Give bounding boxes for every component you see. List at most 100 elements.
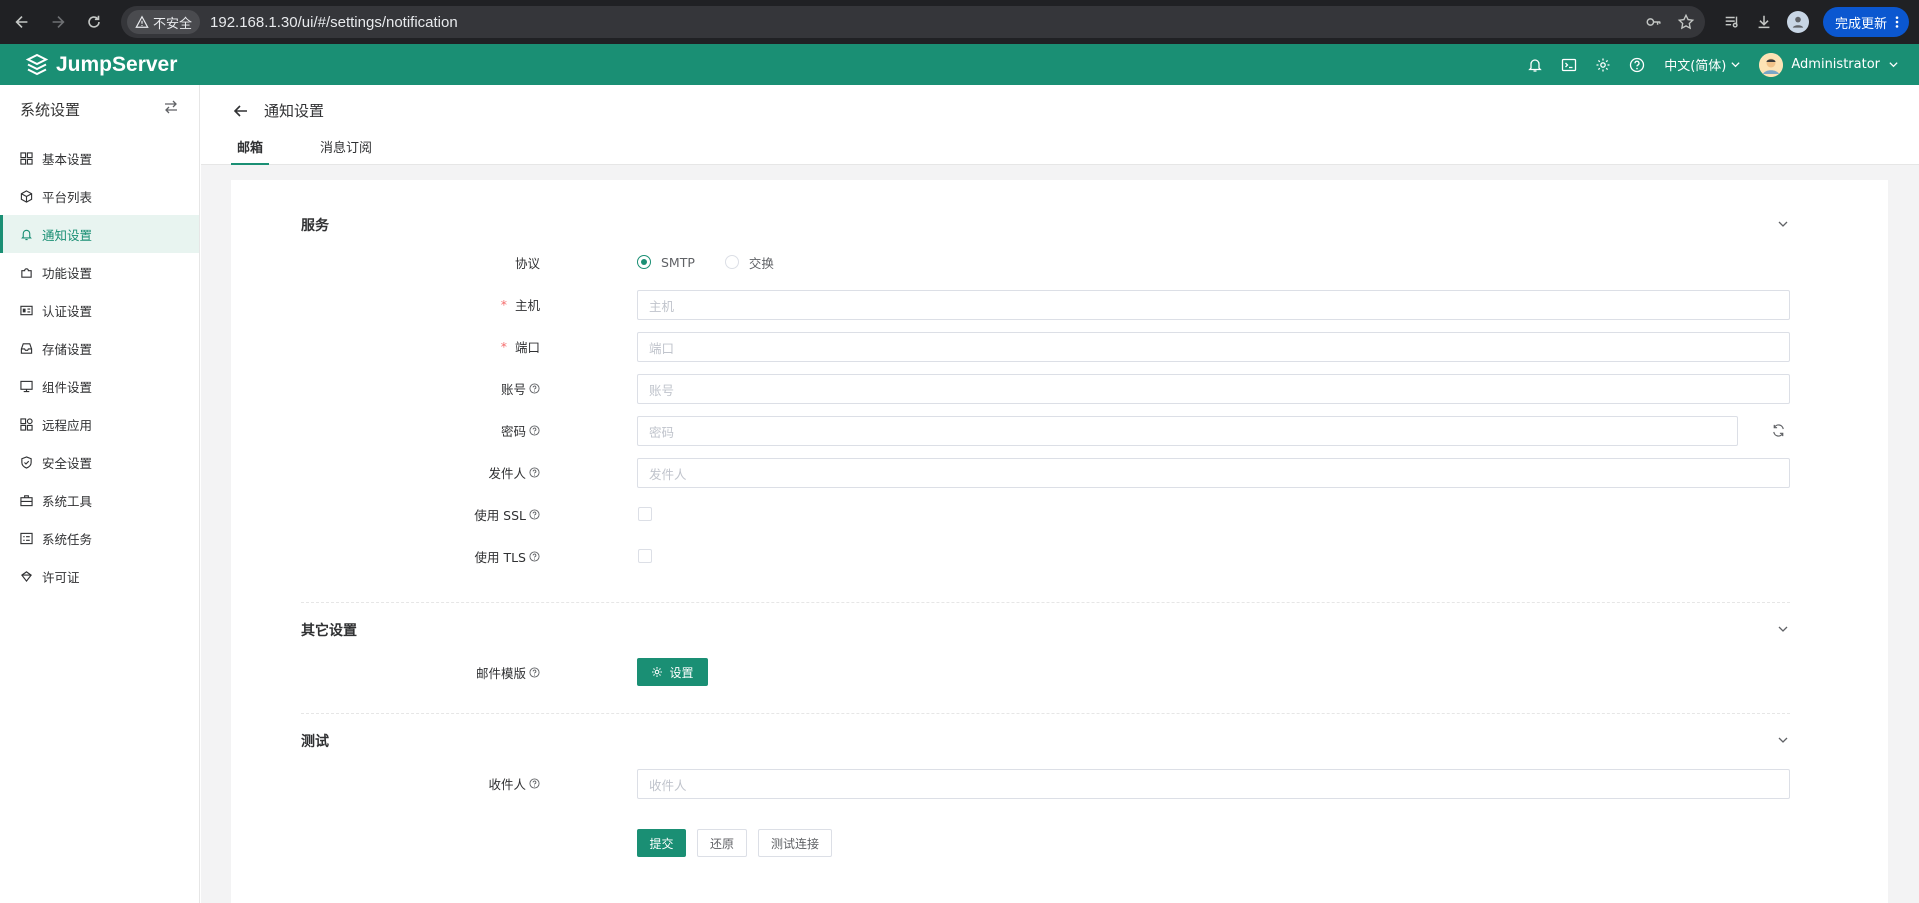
sender-label-text: 发件人 bbox=[488, 465, 526, 481]
language-switcher[interactable]: 中文(简体) bbox=[1664, 55, 1741, 74]
question-circle-icon[interactable] bbox=[529, 508, 540, 520]
question-circle-icon[interactable] bbox=[529, 777, 540, 789]
protocol-label: 协议 bbox=[515, 246, 540, 278]
avatar bbox=[1759, 52, 1784, 77]
settings-gear-icon[interactable] bbox=[1586, 44, 1620, 85]
tab-bar: 邮箱 消息订阅 bbox=[231, 137, 423, 165]
question-circle-icon[interactable] bbox=[529, 550, 540, 562]
port-input[interactable]: 端口 bbox=[637, 332, 1790, 362]
security-chip[interactable]: 不安全 bbox=[127, 10, 201, 34]
sidebar-item-security[interactable]: 安全设置 bbox=[0, 443, 199, 481]
radio-exchange-dot[interactable] bbox=[724, 255, 739, 269]
swap-icon[interactable] bbox=[163, 99, 179, 119]
notification-bell-icon[interactable] bbox=[1518, 44, 1552, 85]
url-text[interactable]: 192.168.1.30/ui/#/settings/notification bbox=[210, 14, 458, 31]
test-connection-button[interactable]: 测试连接 bbox=[758, 829, 832, 857]
sidebar-item-remote-apps[interactable]: 远程应用 bbox=[0, 405, 199, 443]
license-icon bbox=[21, 570, 32, 582]
media-icon[interactable] bbox=[1723, 13, 1741, 31]
tab-email[interactable]: 邮箱 bbox=[231, 137, 270, 165]
tls-checkbox[interactable] bbox=[638, 549, 652, 563]
settings-button-label: 设置 bbox=[669, 665, 694, 680]
tls-label-text: 使用 TLS bbox=[474, 549, 526, 565]
protocol-label-text: 协议 bbox=[514, 255, 540, 271]
question-circle-icon[interactable] bbox=[529, 382, 540, 394]
profile-avatar[interactable] bbox=[1786, 11, 1809, 33]
sidebar-item-notification[interactable]: 通知设置 bbox=[0, 215, 199, 253]
chevron-down-icon[interactable] bbox=[1776, 217, 1790, 231]
section-title-test: 测试 bbox=[301, 734, 329, 750]
sender-row: 发件人 发件人 bbox=[301, 456, 1790, 488]
protocol-radio-group: SMTP 交换 bbox=[637, 246, 804, 278]
update-button[interactable]: 完成更新 bbox=[1822, 7, 1909, 37]
sidebar-item-label: 存储设置 bbox=[42, 341, 93, 357]
main-content: 通知设置 邮箱 消息订阅 服务 协议 SMTP 交换 * 主机 主机 * 端口 … bbox=[201, 85, 1919, 903]
sidebar-item-tasks[interactable]: 系统任务 bbox=[0, 519, 199, 557]
sidebar-item-auth[interactable]: 认证设置 bbox=[0, 291, 199, 329]
back-arrow-icon[interactable] bbox=[231, 101, 251, 121]
sidebar-item-license[interactable]: 许可证 bbox=[0, 557, 199, 595]
sidebar-item-storage[interactable]: 存储设置 bbox=[0, 329, 199, 367]
radio-smtp[interactable]: SMTP bbox=[637, 255, 695, 270]
sidebar-item-features[interactable]: 功能设置 bbox=[0, 253, 199, 291]
host-input[interactable]: 主机 bbox=[637, 290, 1790, 320]
account-label: 账号 bbox=[501, 372, 540, 404]
template-settings-button[interactable]: 设置 bbox=[637, 658, 708, 686]
tls-label: 使用 TLS bbox=[474, 540, 540, 572]
sidebar-item-tools[interactable]: 系统工具 bbox=[0, 481, 199, 519]
sidebar-item-platforms[interactable]: 平台列表 bbox=[0, 177, 199, 215]
bell-icon bbox=[21, 229, 32, 240]
warning-icon bbox=[135, 15, 149, 28]
ssl-checkbox[interactable] bbox=[638, 507, 652, 521]
section-divider bbox=[301, 713, 1790, 714]
terminal-icon[interactable] bbox=[1552, 44, 1586, 85]
puzzle-icon bbox=[21, 267, 32, 278]
more-vert-icon bbox=[1895, 16, 1899, 28]
brand-name: JumpServer bbox=[56, 52, 178, 76]
reload-icon[interactable] bbox=[78, 6, 110, 38]
recipient-label: 收件人 bbox=[488, 767, 540, 799]
id-card-icon bbox=[20, 305, 33, 315]
other-section-header[interactable]: 其它设置 bbox=[301, 620, 1790, 640]
toolbox-icon bbox=[20, 494, 33, 506]
chevron-down-icon[interactable] bbox=[1776, 622, 1790, 636]
settings-card: 服务 协议 SMTP 交换 * 主机 主机 * 端口 端口 账号 账号 密码 密… bbox=[231, 180, 1888, 903]
back-icon[interactable] bbox=[6, 6, 38, 38]
sidebar-item-basic[interactable]: 基本设置 bbox=[0, 139, 199, 177]
section-title-other: 其它设置 bbox=[301, 623, 357, 639]
refresh-icon[interactable] bbox=[1771, 423, 1786, 438]
submit-button[interactable]: 提交 bbox=[637, 829, 686, 857]
question-circle-icon[interactable] bbox=[529, 666, 540, 678]
radio-exchange-label: 交换 bbox=[748, 255, 774, 271]
reset-button[interactable]: 还原 bbox=[697, 829, 747, 857]
sidebar-item-components[interactable]: 组件设置 bbox=[0, 367, 199, 405]
question-circle-icon[interactable] bbox=[529, 466, 540, 478]
gear-icon bbox=[652, 667, 663, 677]
tab-subscription[interactable]: 消息订阅 bbox=[314, 137, 378, 165]
test-section-header[interactable]: 测试 bbox=[301, 731, 1790, 751]
recipient-input[interactable]: 收件人 bbox=[637, 769, 1790, 799]
download-icon[interactable] bbox=[1755, 13, 1773, 31]
page-title: 通知设置 bbox=[264, 102, 325, 120]
help-icon[interactable] bbox=[1620, 44, 1654, 85]
address-bar[interactable]: 不安全 192.168.1.30/ui/#/settings/notificat… bbox=[121, 6, 1705, 38]
account-input[interactable]: 账号 bbox=[637, 374, 1790, 404]
key-icon[interactable] bbox=[1645, 13, 1663, 31]
user-menu[interactable]: Administrator bbox=[1759, 52, 1899, 77]
sender-input[interactable]: 发件人 bbox=[637, 458, 1790, 488]
radio-smtp-label: SMTP bbox=[661, 254, 695, 270]
radio-smtp-dot[interactable] bbox=[637, 255, 651, 269]
sidebar: 系统设置 基本设置 平台列表 通知设置 功能设置 认证设置 存储设置 组件设置 … bbox=[0, 85, 200, 903]
browser-toolbar: 不安全 192.168.1.30/ui/#/settings/notificat… bbox=[0, 0, 1919, 44]
password-input[interactable]: 密码 bbox=[637, 416, 1738, 446]
brand-logo[interactable]: JumpServer bbox=[24, 52, 177, 78]
cube-icon bbox=[20, 189, 33, 203]
radio-exchange[interactable]: 交换 bbox=[724, 253, 774, 272]
star-icon[interactable] bbox=[1677, 13, 1695, 31]
service-section-header[interactable]: 服务 bbox=[301, 215, 1790, 235]
question-circle-icon[interactable] bbox=[529, 424, 540, 436]
host-label-text: 主机 bbox=[514, 297, 540, 313]
chevron-down-icon[interactable] bbox=[1776, 733, 1790, 747]
forward-icon[interactable] bbox=[42, 6, 74, 38]
sidebar-item-label: 认证设置 bbox=[42, 303, 93, 319]
